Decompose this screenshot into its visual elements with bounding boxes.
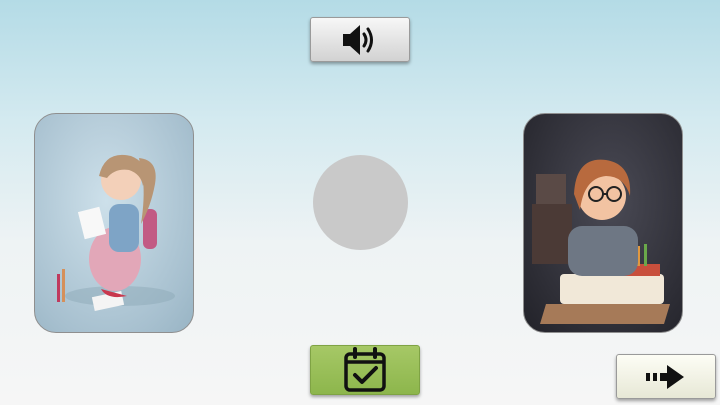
girl-studying-image bbox=[532, 159, 670, 324]
girl-studying-card[interactable] bbox=[523, 113, 683, 333]
play-audio-button[interactable] bbox=[310, 17, 410, 62]
speaker-volume-icon bbox=[343, 24, 373, 55]
next-button[interactable] bbox=[616, 354, 716, 399]
girl-drawing-image bbox=[57, 154, 175, 311]
calendar-check-icon bbox=[344, 347, 386, 392]
check-answer-button[interactable] bbox=[310, 345, 420, 395]
answer-drop-target[interactable] bbox=[313, 155, 408, 250]
girl-drawing-card[interactable] bbox=[34, 113, 194, 333]
arrow-right-icon bbox=[646, 364, 684, 389]
